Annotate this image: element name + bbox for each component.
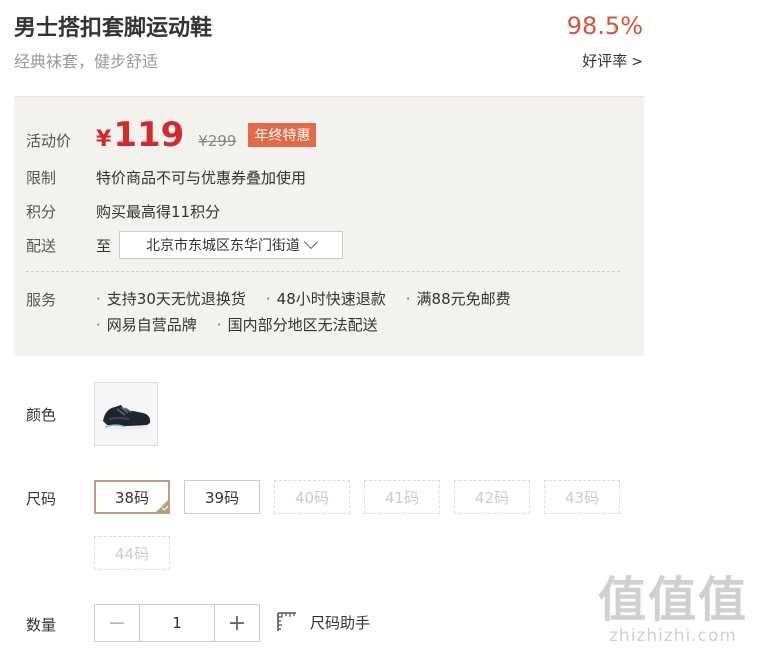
size-option-label: 41码 <box>384 488 420 507</box>
size-label: 尺码 <box>26 490 57 508</box>
currency-symbol: ¥ <box>96 127 112 152</box>
limit-label: 限制 <box>26 169 57 187</box>
size-helper-link[interactable]: 尺码助手 <box>276 611 370 633</box>
product-subtitle: 经典袜套，健步舒适 <box>14 52 159 71</box>
size-option-43: 43码 <box>544 480 620 514</box>
divider <box>26 271 620 272</box>
limit-text: 特价商品不可与优惠券叠加使用 <box>96 169 307 187</box>
color-swatch[interactable] <box>94 382 158 446</box>
quantity-input[interactable]: 1 <box>139 605 215 641</box>
shipping-label: 配送 <box>26 236 57 255</box>
product-title: 男士搭扣套脚运动鞋 <box>14 16 213 41</box>
address-text: 北京市东城区东华门街道 <box>146 238 301 254</box>
sneaker-thumbnail-icon <box>103 405 151 430</box>
original-price: ¥299 <box>198 132 237 150</box>
chevron-down-icon <box>303 234 319 250</box>
quantity-label: 数量 <box>26 616 57 634</box>
price-panel: 活动价 ¥ 119 ¥299 年终特惠 限制 特价商品不可与优惠券叠加使用 积分 购… <box>14 96 644 356</box>
size-option-label: 40码 <box>294 488 330 507</box>
service-item: 支持30天无忧退换货 <box>96 289 246 309</box>
selected-check-icon <box>155 499 169 513</box>
quantity-decrease-button[interactable]: − <box>95 605 139 641</box>
services-list: 支持30天无忧退换货 48小时快速退款 满88元免邮费 网易自营品牌 国内部分地… <box>96 289 566 341</box>
color-label: 颜色 <box>26 406 57 424</box>
size-helper-label: 尺码助手 <box>310 613 371 632</box>
chevron-right-icon: > <box>631 54 643 70</box>
ruler-icon <box>277 612 296 631</box>
current-price: 119 <box>113 115 185 155</box>
points-label: 积分 <box>26 203 57 221</box>
size-option-label: 43码 <box>564 488 600 507</box>
service-item: 网易自营品牌 <box>96 315 197 335</box>
watermark: 值值值 zhizhizhi.com <box>598 574 748 646</box>
size-option-40: 40码 <box>274 480 350 514</box>
price-row: 活动价 ¥ 119 ¥299 年终特惠 <box>26 115 317 155</box>
quantity-increase-button[interactable]: + <box>215 605 259 641</box>
services-label: 服务 <box>26 291 57 309</box>
size-option-39[interactable]: 39码 <box>184 480 260 514</box>
size-option-label: 42码 <box>474 488 510 507</box>
shipping-to: 至 <box>96 236 112 255</box>
address-selector[interactable]: 北京市东城区东华门街道 <box>119 231 344 259</box>
service-item: 满88元免邮费 <box>406 289 511 309</box>
size-option-label: 39码 <box>204 488 240 507</box>
rating-value: 98.5% <box>566 12 643 40</box>
watermark-logo: 值值值 <box>597 572 748 628</box>
size-option-label: 44码 <box>114 544 150 563</box>
points-text: 购买最高得11积分 <box>96 203 221 221</box>
shipping-row: 配送 至 北京市东城区东华门街道 <box>26 231 344 259</box>
size-option-41: 41码 <box>364 480 440 514</box>
service-item: 国内部分地区无法配送 <box>217 315 378 335</box>
rating-link[interactable]: 好评率 > <box>582 50 643 71</box>
quantity-stepper: − 1 + <box>94 604 260 642</box>
size-option-42: 42码 <box>454 480 530 514</box>
promo-badge: 年终特惠 <box>248 123 317 147</box>
limit-row: 限制 特价商品不可与优惠券叠加使用 <box>26 167 306 188</box>
price-label: 活动价 <box>26 132 72 150</box>
rating-link-label: 好评率 <box>582 52 628 70</box>
service-item: 48小时快速退款 <box>266 289 386 309</box>
size-option-38[interactable]: 38码 <box>94 480 170 514</box>
services-row: 服务 支持30天无忧退换货 48小时快速退款 满88元免邮费 网易自营品牌 国内… <box>26 289 566 341</box>
watermark-url: zhizhizhi.com <box>609 626 737 646</box>
size-option-44: 44码 <box>94 536 170 570</box>
points-row: 积分 购买最高得11积分 <box>26 201 220 222</box>
size-option-label: 38码 <box>114 488 150 507</box>
